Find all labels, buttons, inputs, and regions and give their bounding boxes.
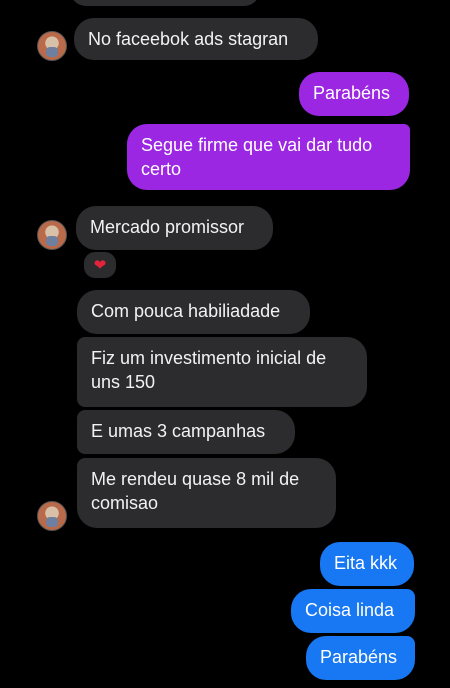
message-text: E umas 3 campanhas [91,421,266,441]
message-bubble-outgoing[interactable]: Eita kkk [320,542,414,586]
message-bubble-incoming[interactable]: Fiz um investimento inicial de uns 150 [77,337,367,407]
message-bubble-outgoing[interactable]: Parabéns [299,72,409,116]
message-text: Segue firme que vai dar tudo certo [141,135,373,179]
message-text: Mercado promissor [90,217,245,237]
message-text: Parabéns [313,83,391,103]
message-text: Me rendeu quase 8 mil de comisao [91,469,300,513]
message-bubble-incoming[interactable]: Me rendeu quase 8 mil de comisao [77,458,336,528]
message-bubble-outgoing[interactable]: Segue firme que vai dar tudo certo [127,124,410,190]
contact-avatar[interactable] [37,220,67,250]
message-bubble-incoming[interactable]: E umas 3 campanhas [77,410,295,454]
message-text: Com pouca habiliadade [91,301,281,321]
message-bubble-incoming[interactable]: Mercado promissor [76,206,273,250]
message-bubble-outgoing[interactable]: Parabéns [306,636,415,680]
message-bubble-incoming[interactable]: No faceebok ads stagran [74,18,318,60]
message-text: Parabéns [320,647,398,667]
heart-reaction[interactable]: ❤ [82,250,118,280]
heart-icon: ❤ [93,257,107,274]
message-text: No faceebok ads stagran [88,29,289,49]
contact-avatar[interactable] [37,501,67,531]
message-bubble-incoming[interactable]: Com pouca habiliadade [77,290,310,334]
message-text: Eita kkk [334,553,398,573]
message-bubble-outgoing[interactable]: Coisa linda [291,589,415,633]
contact-avatar[interactable] [37,31,67,61]
previous-message-edge [70,0,260,6]
message-text: Coisa linda [305,600,395,620]
message-text: Fiz um investimento inicial de uns 150 [91,348,327,392]
